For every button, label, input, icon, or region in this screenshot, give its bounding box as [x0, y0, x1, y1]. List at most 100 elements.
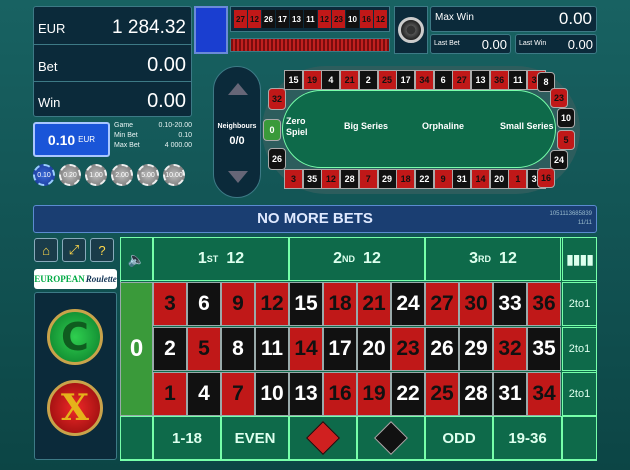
racetrack-number[interactable]: 35 — [302, 169, 322, 189]
number-cell[interactable]: 6 — [187, 282, 221, 326]
number-cell[interactable]: 18 — [323, 282, 357, 326]
bet-low[interactable]: 1-18 — [153, 416, 221, 460]
racetrack-number[interactable]: 24 — [550, 150, 568, 170]
racetrack-number[interactable]: 28 — [340, 169, 360, 189]
racetrack-number[interactable]: 18 — [396, 169, 416, 189]
dozen-2[interactable]: 2 ND 12 — [289, 237, 425, 281]
racetrack-number[interactable]: 15 — [284, 70, 303, 90]
number-cell[interactable]: 33 — [493, 282, 527, 326]
section-orphaline[interactable]: Orphaline — [422, 121, 464, 131]
repeat-button[interactable]: C — [47, 309, 103, 365]
racetrack-number[interactable]: 21 — [340, 70, 360, 90]
racetrack-number[interactable]: 27 — [452, 70, 472, 90]
racetrack-number[interactable]: 13 — [471, 70, 490, 90]
racetrack-number[interactable]: 32 — [268, 88, 286, 110]
fullscreen-button[interactable]: ⤢ — [62, 238, 86, 262]
racetrack-number[interactable]: 23 — [550, 88, 568, 108]
racetrack-number[interactable]: 1 — [508, 169, 528, 189]
racetrack-number[interactable]: 9 — [433, 169, 453, 189]
racetrack-number[interactable]: 10 — [557, 108, 575, 128]
number-cell[interactable]: 25 — [425, 372, 459, 416]
number-cell[interactable]: 15 — [289, 282, 323, 326]
number-cell[interactable]: 17 — [323, 327, 357, 371]
number-cell[interactable]: 4 — [187, 372, 221, 416]
chip-0[interactable]: 0.10 — [33, 164, 55, 186]
chip-2[interactable]: 1.00 — [85, 164, 107, 186]
number-cell[interactable]: 20 — [357, 327, 391, 371]
section-small-series[interactable]: Small Series — [500, 121, 554, 131]
racetrack-number[interactable]: 2 — [358, 70, 378, 90]
column-bet-2[interactable]: 2to1 — [562, 327, 597, 371]
chip-4[interactable]: 5.00 — [137, 164, 159, 186]
number-cell[interactable]: 29 — [459, 327, 493, 371]
racetrack-number[interactable]: 29 — [377, 169, 397, 189]
bet-black[interactable] — [357, 416, 425, 460]
number-cell[interactable]: 7 — [221, 372, 255, 416]
number-cell[interactable]: 19 — [357, 372, 391, 416]
chip-5[interactable]: 10.00 — [163, 164, 185, 186]
number-cell[interactable]: 27 — [425, 282, 459, 326]
racetrack-number[interactable]: 3 — [284, 169, 303, 189]
racetrack-number[interactable]: 11 — [508, 70, 528, 90]
number-cell[interactable]: 11 — [255, 327, 289, 371]
number-cell[interactable]: 13 — [289, 372, 323, 416]
number-cell[interactable]: 31 — [493, 372, 527, 416]
racetrack-number[interactable]: 0 — [263, 119, 281, 141]
stats-button[interactable]: ▮▮▮▮ — [562, 237, 597, 281]
dozen-1[interactable]: 1 ST 12 — [153, 237, 289, 281]
home-button[interactable]: ⌂ — [34, 238, 58, 262]
chip-1[interactable]: 0.20 — [59, 164, 81, 186]
bet-even[interactable]: EVEN — [221, 416, 289, 460]
section-zero-spiel[interactable]: Zero Spiel — [286, 116, 320, 138]
racetrack-number[interactable]: 26 — [268, 148, 286, 170]
racetrack-number[interactable]: 16 — [537, 168, 555, 188]
racetrack-number[interactable]: 19 — [302, 70, 322, 90]
column-bet-3[interactable]: 2to1 — [562, 372, 597, 416]
number-cell[interactable]: 35 — [527, 327, 561, 371]
dozen-3[interactable]: 3 RD 12 — [425, 237, 561, 281]
number-cell[interactable]: 34 — [527, 372, 561, 416]
racetrack-number[interactable]: 31 — [452, 169, 472, 189]
racetrack-number[interactable]: 22 — [414, 169, 434, 189]
number-cell[interactable]: 16 — [323, 372, 357, 416]
number-cell[interactable]: 28 — [459, 372, 493, 416]
zero-cell[interactable]: 0 — [120, 282, 153, 416]
number-cell[interactable]: 8 — [221, 327, 255, 371]
coin-value-button[interactable]: 0.10 EUR — [33, 122, 110, 157]
section-big-series[interactable]: Big Series — [344, 121, 388, 131]
wheel-button[interactable] — [394, 6, 428, 54]
number-cell[interactable]: 22 — [391, 372, 425, 416]
bet-red[interactable] — [289, 416, 357, 460]
number-cell[interactable]: 30 — [459, 282, 493, 326]
number-cell[interactable]: 24 — [391, 282, 425, 326]
help-button[interactable]: ? — [90, 238, 114, 262]
number-cell[interactable]: 14 — [289, 327, 323, 371]
column-bet-1[interactable]: 2to1 — [562, 282, 597, 326]
number-cell[interactable]: 2 — [153, 327, 187, 371]
chevron-up-icon[interactable] — [228, 83, 248, 95]
racetrack-number[interactable]: 14 — [471, 169, 490, 189]
number-cell[interactable]: 23 — [391, 327, 425, 371]
racetrack-number[interactable]: 6 — [433, 70, 453, 90]
racetrack-number[interactable]: 12 — [321, 169, 341, 189]
number-cell[interactable]: 12 — [255, 282, 289, 326]
number-cell[interactable]: 26 — [425, 327, 459, 371]
clear-button[interactable]: X — [47, 380, 103, 436]
racetrack-number[interactable]: 36 — [489, 70, 509, 90]
racetrack-number[interactable]: 17 — [396, 70, 416, 90]
number-cell[interactable]: 21 — [357, 282, 391, 326]
sound-button[interactable]: 🔈 — [120, 237, 153, 281]
number-cell[interactable]: 9 — [221, 282, 255, 326]
racetrack-number[interactable]: 20 — [489, 169, 509, 189]
racetrack-number[interactable]: 7 — [358, 169, 378, 189]
chip-3[interactable]: 2.00 — [111, 164, 133, 186]
chevron-down-icon[interactable] — [228, 171, 248, 183]
racetrack-number[interactable]: 25 — [377, 70, 397, 90]
number-cell[interactable]: 10 — [255, 372, 289, 416]
number-cell[interactable]: 32 — [493, 327, 527, 371]
bet-high[interactable]: 19-36 — [493, 416, 562, 460]
number-cell[interactable]: 5 — [187, 327, 221, 371]
number-cell[interactable]: 1 — [153, 372, 187, 416]
racetrack-number[interactable]: 4 — [321, 70, 341, 90]
number-cell[interactable]: 36 — [527, 282, 561, 326]
